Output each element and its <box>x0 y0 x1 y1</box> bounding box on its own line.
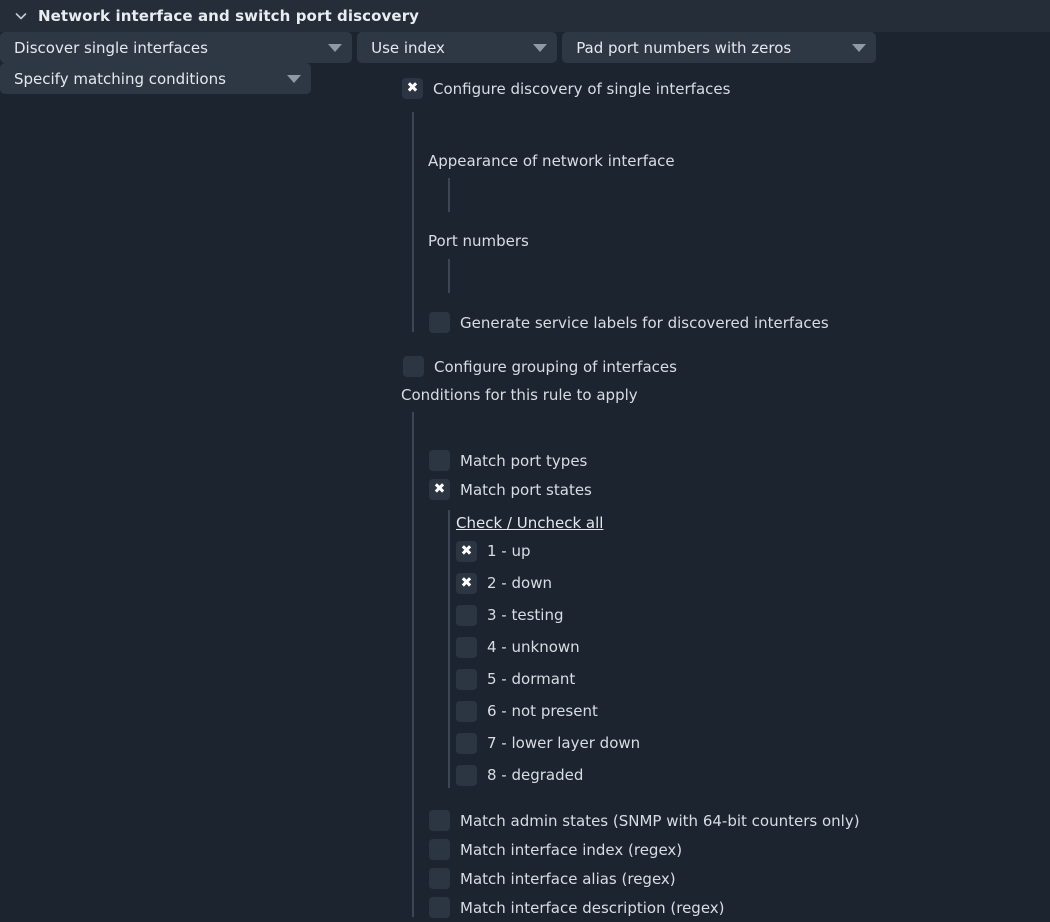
chevron-down-icon <box>287 74 301 83</box>
checkbox-row-match-option[interactable]: Match admin states (SNMP with 64-bit cou… <box>429 806 860 835</box>
checkbox-label: 5 - dormant <box>487 670 576 688</box>
checkbox-configure-single-interfaces[interactable]: ✖ <box>402 78 423 99</box>
checkbox-row-match-option[interactable]: Match interface description (regex) <box>429 893 860 922</box>
select-value: Pad port numbers with zeros <box>576 38 792 57</box>
checkbox-match-port-states[interactable]: ✖ <box>429 479 450 500</box>
checkbox-label: 8 - degraded <box>487 766 584 784</box>
checkbox-label: 1 - up <box>487 542 531 560</box>
check-uncheck-all-link[interactable]: Check / Uncheck all <box>456 514 603 532</box>
chevron-down-icon <box>328 43 342 52</box>
check-mark-icon: ✖ <box>460 542 473 559</box>
check-uncheck-all-row[interactable]: Check / Uncheck all <box>456 514 603 532</box>
page-title: Network interface and switch port discov… <box>38 7 420 25</box>
indent-guide-level2-portnumbers <box>448 259 450 293</box>
indent-guide-port-states <box>448 510 450 788</box>
checkbox-row-match-port-types[interactable]: Match port types <box>429 450 587 471</box>
indent-guide-level2-appearance <box>448 178 450 212</box>
check-mark-icon: ✖ <box>433 481 446 497</box>
discovery-form: ✖ Configure discovery of single interfac… <box>0 32 1050 921</box>
checkbox-label: 4 - unknown <box>487 638 580 656</box>
checkbox-label: 7 - lower layer down <box>487 734 641 752</box>
indent-guide-level1 <box>412 112 414 332</box>
checkbox-configure-grouping[interactable] <box>403 356 424 377</box>
checkbox-row-port-state[interactable]: ✖ 1 - up <box>456 535 640 567</box>
checkbox-label: Configure grouping of interfaces <box>434 357 677 376</box>
checkbox[interactable] <box>429 868 450 889</box>
checkbox-label: Match interface alias (regex) <box>460 869 676 888</box>
checkbox-row-match-option[interactable]: Match interface index (regex) <box>429 835 860 864</box>
checkbox-row-port-state[interactable]: 7 - lower layer down <box>456 727 640 759</box>
checkbox[interactable] <box>429 810 450 831</box>
checkbox-row-port-state[interactable]: 3 - testing <box>456 599 640 631</box>
chevron-down-icon <box>533 43 548 52</box>
checkbox-row-port-state[interactable]: 6 - not present <box>456 695 640 727</box>
checkbox-label: Match port states <box>460 480 592 499</box>
checkbox[interactable] <box>456 668 477 690</box>
section-header[interactable]: Network interface and switch port discov… <box>0 0 1050 32</box>
check-mark-icon: ✖ <box>406 80 419 96</box>
chevron-down-icon <box>852 43 867 52</box>
checkbox[interactable]: ✖ <box>456 540 477 562</box>
checkbox[interactable] <box>456 636 477 658</box>
checkbox-row-port-state[interactable]: 8 - degraded <box>456 759 640 791</box>
checkbox-row-generate-service-labels[interactable]: Generate service labels for discovered i… <box>429 312 829 333</box>
checkbox-row-port-state[interactable]: 5 - dormant <box>456 663 640 695</box>
checkbox[interactable] <box>456 700 477 722</box>
checkbox-row-configure-single-interfaces[interactable]: ✖ Configure discovery of single interfac… <box>402 78 730 99</box>
checkbox[interactable] <box>456 604 477 626</box>
check-mark-icon: ✖ <box>460 574 473 591</box>
checkbox[interactable] <box>429 839 450 860</box>
checkbox-label: Match interface description (regex) <box>460 898 725 917</box>
checkbox[interactable] <box>456 732 477 754</box>
checkbox-generate-service-labels[interactable] <box>429 312 450 333</box>
checkbox-row-port-state[interactable]: ✖ 2 - down <box>456 567 640 599</box>
port-states-list: ✖ 1 - up ✖ 2 - down 3 - testing 4 - unknown 5 … <box>456 535 640 791</box>
select-discover-single-interfaces[interactable]: Discover single interfaces <box>0 32 352 63</box>
checkbox-label: Match port types <box>460 451 588 470</box>
trailing-match-list: Match admin states (SNMP with 64-bit cou… <box>429 806 860 922</box>
label-appearance: Appearance of network interface <box>428 152 675 170</box>
checkbox-match-port-types[interactable] <box>429 450 450 471</box>
checkbox-label: 6 - not present <box>487 702 598 720</box>
checkbox-label: Generate service labels for discovered i… <box>460 313 829 332</box>
checkbox-label: Match admin states (SNMP with 64-bit cou… <box>460 811 860 830</box>
chevron-down-icon[interactable] <box>12 7 30 25</box>
indent-guide-conditions <box>412 412 414 917</box>
checkbox-label: Configure discovery of single interfaces <box>433 79 731 98</box>
checkbox-row-match-option[interactable]: Match interface alias (regex) <box>429 864 860 893</box>
label-port-numbers: Port numbers <box>428 232 529 250</box>
checkbox-row-configure-grouping[interactable]: Configure grouping of interfaces <box>403 356 677 377</box>
checkbox[interactable]: ✖ <box>456 572 477 594</box>
select-port-numbers[interactable]: Pad port numbers with zeros <box>562 32 877 63</box>
select-value: Specify matching conditions <box>14 69 226 88</box>
checkbox[interactable] <box>429 897 450 918</box>
checkbox-row-port-state[interactable]: 4 - unknown <box>456 631 640 663</box>
checkbox-label: Match interface index (regex) <box>460 840 683 859</box>
select-value: Discover single interfaces <box>14 38 208 57</box>
checkbox[interactable] <box>456 764 477 786</box>
select-appearance[interactable]: Use index <box>357 32 558 63</box>
checkbox-row-match-port-states[interactable]: ✖ Match port states <box>429 479 592 500</box>
checkbox-label: 3 - testing <box>487 606 564 624</box>
select-conditions[interactable]: Specify matching conditions <box>0 63 311 94</box>
select-value: Use index <box>371 38 445 57</box>
label-conditions: Conditions for this rule to apply <box>401 386 638 404</box>
checkbox-label: 2 - down <box>487 574 552 592</box>
